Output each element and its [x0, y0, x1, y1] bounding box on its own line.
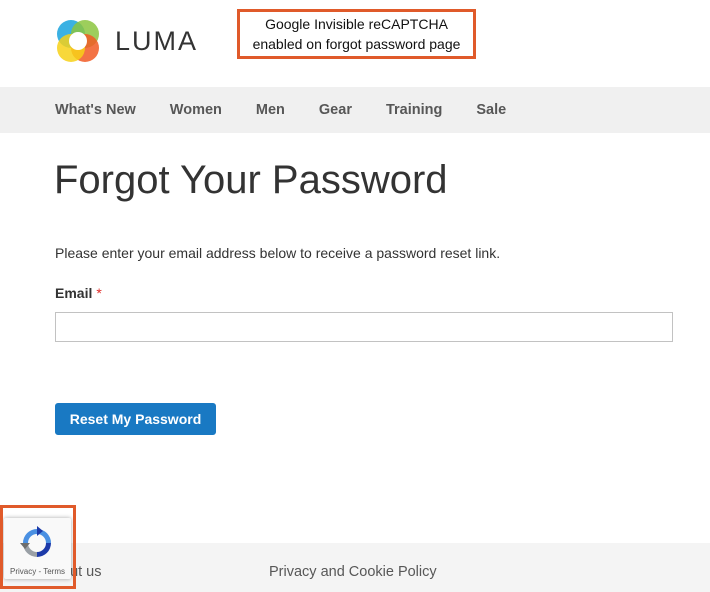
reset-password-button[interactable]: Reset My Password: [55, 403, 216, 435]
nav-item-whats-new[interactable]: What's New: [55, 102, 136, 118]
nav-item-gear[interactable]: Gear: [319, 102, 352, 118]
callout-line-1: Google Invisible reCAPTCHA: [265, 16, 448, 32]
email-label-text: Email: [55, 285, 93, 301]
nav-item-women[interactable]: Women: [170, 102, 222, 118]
email-field[interactable]: [55, 312, 673, 342]
header: LUMA Google Invisible reCAPTCHA enabled …: [0, 0, 710, 87]
nav-item-men[interactable]: Men: [256, 102, 285, 118]
page-title: Forgot Your Password: [54, 158, 448, 202]
callout-line-2: enabled on forgot password page: [252, 36, 461, 52]
instructions-text: Please enter your email address below to…: [55, 245, 501, 261]
brand-name: LUMA: [115, 25, 199, 56]
footer: out us Privacy and Cookie Policy: [0, 543, 710, 592]
required-marker: *: [96, 285, 102, 301]
luma-logo-icon: [57, 20, 99, 62]
site-logo[interactable]: LUMA: [55, 18, 198, 64]
email-label: Email *: [55, 285, 102, 301]
nav-item-sale[interactable]: Sale: [476, 102, 506, 118]
nav-item-training[interactable]: Training: [386, 102, 442, 118]
main-nav: What's New Women Men Gear Training Sale: [0, 87, 710, 133]
annotation-highlight-box: [0, 505, 76, 589]
footer-link-privacy[interactable]: Privacy and Cookie Policy: [269, 564, 437, 580]
annotation-callout: Google Invisible reCAPTCHA enabled on fo…: [237, 9, 476, 59]
